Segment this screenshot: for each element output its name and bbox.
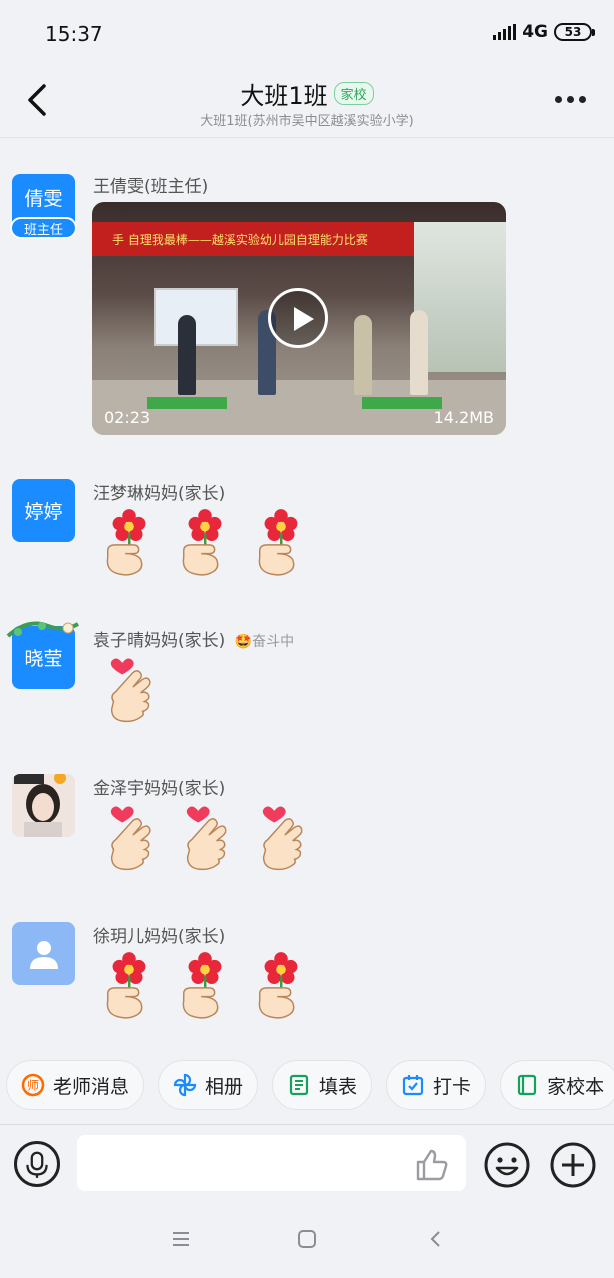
emoji-icon[interactable]	[483, 1141, 531, 1189]
group-type-badge: 家校	[333, 82, 374, 105]
message-item: 晓莹 袁子晴妈妈(家长) 🤩奋斗中	[0, 621, 614, 736]
microphone-icon[interactable]	[14, 1141, 60, 1187]
calendar-check-icon	[402, 1075, 424, 1096]
video-banner-text: 手 自理我最棒——越溪实验幼儿园自理能力比赛	[92, 222, 416, 256]
flower-hand-icon	[176, 507, 234, 577]
quick-action-bar: 师 老师消息 相册 填表 打卡 家校本	[0, 1060, 614, 1116]
video-scene-person	[410, 310, 428, 395]
user-photo-icon	[12, 774, 75, 837]
sender-name: 徐玥儿妈妈(家长)	[93, 927, 226, 947]
role-badge: 班主任	[10, 217, 77, 239]
avatar-text: 倩雯	[24, 188, 63, 210]
svg-text:师: 师	[27, 1079, 39, 1093]
title-row: 大班1班 家校	[0, 76, 614, 111]
avatar[interactable]: 倩雯 班主任	[10, 174, 77, 239]
finger-heart-icon	[100, 802, 158, 872]
video-duration: 02:23	[104, 408, 151, 427]
album-label: 相册	[205, 1075, 244, 1098]
teacher-icon: 师	[21, 1073, 45, 1097]
status-time: 15:37	[45, 22, 103, 46]
menu-icon[interactable]	[171, 1229, 191, 1249]
video-scene-person	[178, 315, 196, 395]
more-options-icon[interactable]	[555, 96, 586, 103]
flower-hand-icon	[176, 950, 234, 1020]
fill-form-label: 填表	[319, 1075, 358, 1098]
video-size: 14.2MB	[433, 408, 494, 427]
teacher-messages-label: 老师消息	[53, 1075, 130, 1098]
avatar-text: 晓莹	[24, 648, 63, 670]
video-scene-table	[147, 397, 227, 409]
sender-name: 汪梦琳妈妈(家长)	[93, 484, 226, 504]
sender-name: 金泽宇妈妈(家长)	[93, 779, 226, 799]
thumbs-up-icon[interactable]	[414, 1147, 450, 1183]
chat-header: 大班1班 家校 大班1班(苏州市吴中区越溪实验小学)	[0, 70, 614, 138]
avatar-text: 婷婷	[24, 501, 63, 523]
avatar-photo[interactable]	[12, 774, 75, 837]
fill-form-button[interactable]: 填表	[272, 1060, 373, 1110]
default-user-icon	[29, 940, 58, 969]
message-input-bar	[0, 1124, 614, 1204]
message-item: 倩雯 班主任 王倩雯(班主任) 手 自理我最棒——越溪实验幼儿园自理能力比赛 0…	[0, 172, 614, 442]
teacher-messages-button[interactable]: 师 老师消息	[6, 1060, 145, 1110]
finger-heart-icon	[252, 802, 310, 872]
sender-name: 袁子晴妈妈(家长) 🤩奋斗中	[93, 626, 294, 651]
page-title: 大班1班	[240, 82, 328, 110]
home-school-book-label: 家校本	[547, 1075, 605, 1098]
status-bar: 15:37 4G 53	[0, 0, 614, 70]
form-icon	[289, 1074, 309, 1096]
back-icon[interactable]	[426, 1229, 446, 1249]
sender-status-text: 奋斗中	[252, 634, 295, 650]
flower-hand-icon	[252, 950, 310, 1020]
plus-icon[interactable]	[549, 1141, 597, 1189]
finger-heart-icon	[176, 802, 234, 872]
sender-name-text: 袁子晴妈妈(家长)	[93, 631, 226, 651]
video-message[interactable]: 手 自理我最棒——越溪实验幼儿园自理能力比赛 02:23 14.2MB	[92, 202, 506, 435]
finger-heart-icon	[100, 654, 158, 724]
emoji-message[interactable]	[100, 950, 310, 1020]
battery-level: 53	[564, 25, 582, 39]
check-in-label: 打卡	[433, 1075, 472, 1098]
home-icon[interactable]	[297, 1229, 317, 1249]
avatar-default[interactable]	[12, 922, 75, 985]
status-emoji-icon: 🤩	[234, 634, 253, 650]
check-in-button[interactable]: 打卡	[386, 1060, 487, 1110]
video-scene-person	[354, 315, 372, 395]
message-input[interactable]	[77, 1135, 466, 1191]
sender-status: 🤩奋斗中	[235, 634, 294, 650]
emoji-message[interactable]	[100, 654, 158, 724]
emoji-message[interactable]	[100, 507, 310, 577]
home-school-book-button[interactable]: 家校本	[500, 1060, 614, 1110]
avatar[interactable]: 晓莹	[6, 621, 79, 689]
avatar[interactable]: 婷婷	[12, 479, 75, 542]
battery-icon: 53	[554, 23, 595, 41]
album-button[interactable]: 相册	[158, 1060, 259, 1110]
notebook-icon	[517, 1074, 537, 1096]
emoji-message[interactable]	[100, 802, 310, 872]
play-icon[interactable]	[268, 288, 328, 348]
video-scene-screen	[154, 288, 238, 346]
message-item: 金泽宇妈妈(家长)	[0, 774, 614, 884]
system-nav-bar	[0, 1205, 614, 1278]
flower-hand-icon	[252, 507, 310, 577]
pinwheel-icon	[173, 1073, 197, 1097]
message-item: 婷婷 汪梦琳妈妈(家长)	[0, 479, 614, 589]
sender-name: 王倩雯(班主任)	[93, 177, 209, 197]
page-subtitle: 大班1班(苏州市吴中区越溪实验小学)	[200, 114, 414, 129]
flower-hand-icon	[100, 507, 158, 577]
status-indicators: 4G 53	[493, 22, 595, 42]
network-label: 4G	[522, 22, 548, 42]
message-item: 徐玥儿妈妈(家长)	[0, 922, 614, 1032]
avatar-frame-decoration-icon	[6, 621, 79, 638]
flower-hand-icon	[100, 950, 158, 1020]
video-scene-table	[362, 397, 442, 409]
signal-icon	[493, 24, 517, 40]
